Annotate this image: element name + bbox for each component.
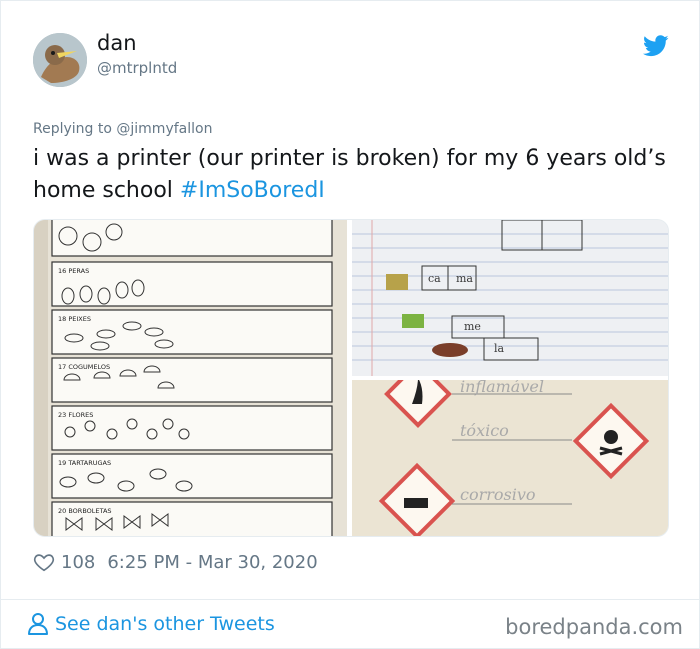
worksheet-label: 19 TARTARUGAS xyxy=(58,459,111,467)
worksheet-label: 16 PERAS xyxy=(58,267,89,275)
syllable-cell: ma xyxy=(456,272,473,285)
heart-icon[interactable] xyxy=(33,551,55,573)
syllable-cell: la xyxy=(494,342,505,355)
hazard-word: inflamável xyxy=(460,380,544,396)
avatar[interactable] xyxy=(33,33,87,87)
timestamp[interactable]: 6:25 PM - Mar 30, 2020 xyxy=(107,552,317,573)
hazard-drawing: inflamável tóxico corrosivo xyxy=(352,380,668,536)
display-name[interactable]: dan xyxy=(97,31,137,55)
replying-mention-link[interactable]: @jimmyfallon xyxy=(116,121,212,137)
worksheet-label: 17 COGUMELOS xyxy=(58,363,110,371)
twitter-bird-icon[interactable] xyxy=(643,35,669,57)
handle[interactable]: @mtrplntd xyxy=(97,59,177,77)
syllable-cell: me xyxy=(464,320,481,333)
replying-prefix: Replying to xyxy=(33,121,112,137)
hazard-word: tóxico xyxy=(460,421,509,440)
syllables-drawing: ca ma me la xyxy=(352,220,668,376)
worksheet-label: 18 PEIXES xyxy=(58,315,91,323)
worksheet-rows xyxy=(51,261,333,536)
replying-to: Replying to @jimmyfallon xyxy=(33,121,212,137)
see-other-tweets-link[interactable]: See dan's other Tweets xyxy=(27,612,275,636)
worksheet-label: 20 BORBOLETAS xyxy=(58,507,112,515)
tweet-meta: 108 6:25 PM - Mar 30, 2020 xyxy=(33,549,318,575)
media-grid[interactable]: 16 PERAS 18 PEIXES 17 COGUMELOS 23 FLORE… xyxy=(33,219,669,537)
worksheet-drawing: 16 PERAS 18 PEIXES 17 COGUMELOS 23 FLORE… xyxy=(34,220,347,536)
avatar-bird-image xyxy=(33,33,87,87)
hashtag-link[interactable]: #ImSoBoredI xyxy=(180,178,325,203)
see-other-tweets-label: See dan's other Tweets xyxy=(55,613,275,635)
hazard-word: corrosivo xyxy=(460,485,536,504)
photo-syllables[interactable]: ca ma me la xyxy=(352,220,668,376)
tweet-card: dan @mtrplntd Replying to @jimmyfallon i… xyxy=(0,0,700,649)
photo-hazard-symbols[interactable]: inflamável tóxico corrosivo xyxy=(352,380,668,536)
photo-worksheet-counting[interactable]: 16 PERAS 18 PEIXES 17 COGUMELOS 23 FLORE… xyxy=(34,220,347,536)
tweet-body: i was a printer (our printer is broken) … xyxy=(33,146,666,203)
person-icon xyxy=(28,613,48,635)
divider xyxy=(1,599,700,600)
like-count[interactable]: 108 xyxy=(61,552,95,573)
worksheet-label: 23 FLORES xyxy=(58,411,93,419)
tweet-text: i was a printer (our printer is broken) … xyxy=(33,143,673,207)
watermark: boredpanda.com xyxy=(505,615,683,639)
syllable-cell: ca xyxy=(428,272,441,285)
